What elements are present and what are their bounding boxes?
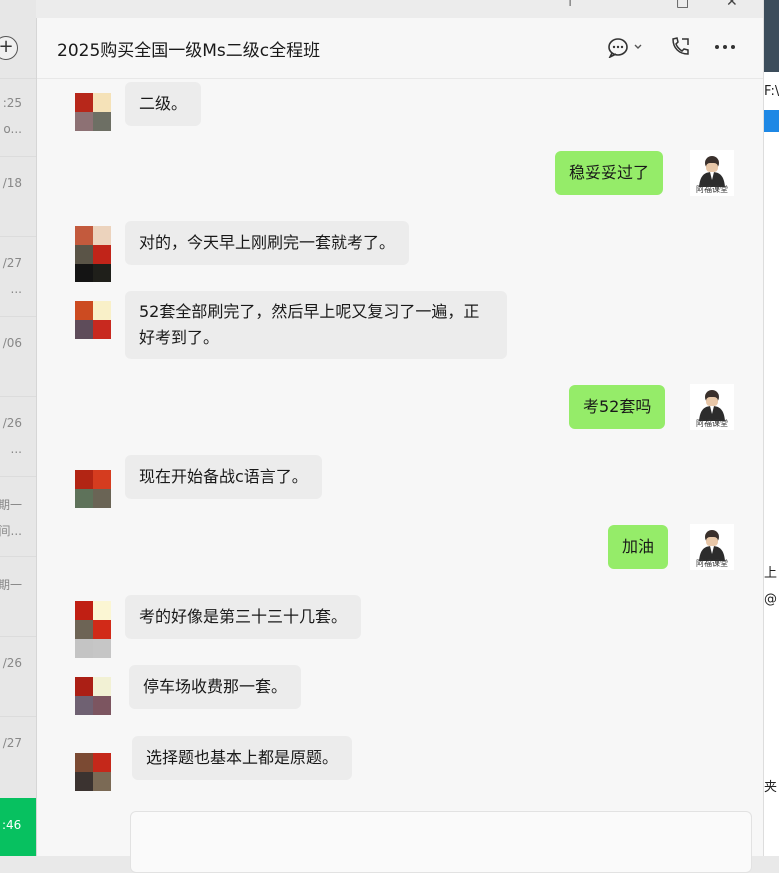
avatar[interactable] <box>75 301 111 339</box>
list-divider <box>0 716 36 717</box>
list-divider <box>0 316 36 317</box>
chat-window: 2025购买全国一级Ms二级c全程班 二级。 稳妥妥过了 阿福课堂 对的，今天早… <box>37 18 763 873</box>
avatar-caption: 阿福课堂 <box>696 419 728 428</box>
window-title-strip: ⊤ □ ✕ <box>36 0 763 18</box>
message-bubble-other[interactable]: 选择题也基本上都是原题。 <box>132 736 353 780</box>
active-conversation-time: :46 <box>2 818 22 832</box>
list-time: 期一 <box>0 578 22 592</box>
list-divider <box>0 476 36 477</box>
list-divider <box>0 78 36 79</box>
list-divider <box>0 396 36 397</box>
list-divider <box>0 156 36 157</box>
list-time: /18 <box>2 176 22 190</box>
list-time: /06 <box>2 336 22 350</box>
avatar[interactable] <box>75 753 111 791</box>
my-avatar[interactable]: 阿福课堂 <box>690 150 734 196</box>
background-button <box>764 110 779 132</box>
list-time: /27 <box>2 736 22 750</box>
chat-options-icon[interactable] <box>607 36 645 58</box>
add-icon[interactable]: + <box>0 36 18 60</box>
avatar[interactable] <box>75 93 111 131</box>
list-time: 期一 <box>0 498 22 512</box>
message-bubble-other[interactable]: 考的好像是第三十三十几套。 <box>125 595 362 639</box>
message-bubble-me[interactable]: 考52套吗 <box>569 385 666 429</box>
avatar-caption: 阿福课堂 <box>696 185 728 194</box>
my-avatar[interactable]: 阿福课堂 <box>690 384 734 430</box>
message-bubble-other[interactable]: 52套全部刷完了，然后早上呢又复习了一遍，正好考到了。 <box>125 291 507 359</box>
avatar[interactable] <box>75 470 111 508</box>
message-bubble-other[interactable]: 停车场收费那一套。 <box>129 665 302 709</box>
list-preview: 间... <box>0 524 22 538</box>
chat-title[interactable]: 2025购买全国一级Ms二级c全程班 <box>57 36 320 61</box>
list-time: /27 <box>2 256 22 270</box>
background-text: @ <box>764 592 777 607</box>
active-conversation-item[interactable]: :46 <box>0 798 36 856</box>
conversation-list-strip: + :25 o... /18 /27 ... /06 /26 ... 期一 间.… <box>0 0 37 856</box>
list-divider <box>0 236 36 237</box>
list-preview: ... <box>10 282 22 296</box>
more-dots-icon[interactable] <box>713 36 737 58</box>
background-window: F:\ 上 @ 夹 <box>763 0 779 856</box>
avatar[interactable] <box>75 226 111 282</box>
maximize-icon[interactable]: □ <box>676 0 689 10</box>
avatar[interactable] <box>75 677 111 715</box>
background-text: F:\ <box>764 84 779 99</box>
list-time: :25 <box>2 96 22 110</box>
message-bubble-other[interactable]: 二级。 <box>125 82 202 126</box>
background-text: 夹 <box>764 780 778 795</box>
close-icon[interactable]: ✕ <box>726 0 738 10</box>
avatar[interactable] <box>75 601 111 658</box>
list-preview: o... <box>3 122 22 136</box>
list-time: /26 <box>2 656 22 670</box>
chat-header: 2025购买全国一级Ms二级c全程班 <box>37 18 763 79</box>
list-preview: ... <box>10 442 22 456</box>
message-bubble-me[interactable]: 稳妥妥过了 <box>555 151 664 195</box>
avatar-caption: 阿福课堂 <box>696 559 728 568</box>
phone-call-icon[interactable] <box>669 36 693 58</box>
pin-icon[interactable]: ⊤ <box>564 0 576 10</box>
background-window-header <box>764 0 779 72</box>
list-divider <box>0 556 36 557</box>
list-time: /26 <box>2 416 22 430</box>
message-bubble-other[interactable]: 现在开始备战c语言了。 <box>125 455 322 499</box>
message-input[interactable] <box>130 811 752 873</box>
message-bubble-other[interactable]: 对的，今天早上刚刷完一套就考了。 <box>125 221 410 265</box>
background-text: 上 <box>764 566 778 581</box>
message-bubble-me[interactable]: 加油 <box>608 525 669 569</box>
list-divider <box>0 636 36 637</box>
my-avatar[interactable]: 阿福课堂 <box>690 524 734 570</box>
